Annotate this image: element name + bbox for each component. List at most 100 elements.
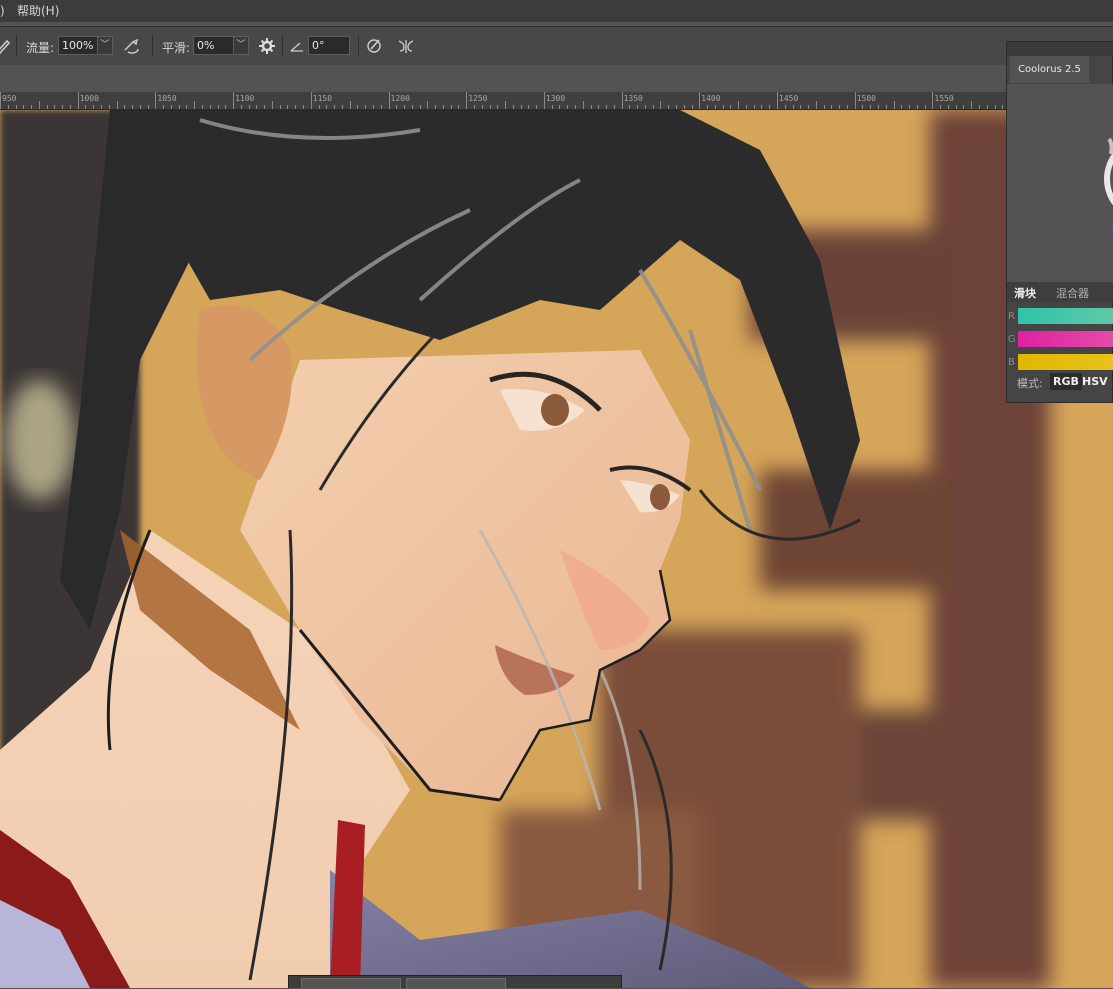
menu-fragment[interactable]: ) <box>0 0 5 22</box>
angle-input[interactable]: 0° <box>308 36 350 55</box>
smoothing-label: 平滑: <box>162 41 191 55</box>
ruler-minor-tick <box>512 105 514 109</box>
ruler-minor-tick <box>170 105 172 109</box>
tab-sliders[interactable]: 滑块 <box>1014 285 1036 301</box>
ruler-minor-tick <box>862 105 864 109</box>
ruler-minor-tick <box>69 105 71 109</box>
ruler-minor-tick <box>147 105 149 109</box>
taskbar-button-background[interactable] <box>406 978 506 989</box>
ruler-minor-tick <box>582 101 584 109</box>
panel-header[interactable] <box>1007 42 1113 56</box>
ruler-minor-tick <box>194 101 196 109</box>
slider-g[interactable] <box>1018 331 1113 347</box>
ruler-minor-tick <box>815 101 817 109</box>
ruler-minor-tick <box>473 105 475 109</box>
ruler-label: 1500 <box>856 94 876 103</box>
ruler-minor-tick <box>163 105 165 109</box>
ruler-minor-tick <box>303 105 305 109</box>
separator <box>282 35 283 57</box>
ruler-minor-tick <box>629 105 631 109</box>
flow-input[interactable]: 100% <box>58 36 98 55</box>
slider-label-r: R <box>1008 311 1015 322</box>
ruler-minor-tick <box>909 105 911 109</box>
ruler-minor-tick <box>209 105 211 109</box>
ruler-label: 1000 <box>79 94 99 103</box>
ruler-minor-tick <box>885 105 887 109</box>
ruler-tick <box>0 92 1 109</box>
ruler-minor-tick <box>271 101 273 109</box>
document-canvas[interactable] <box>0 110 1113 988</box>
ruler-minor-tick <box>652 105 654 109</box>
floating-taskbar <box>288 975 622 989</box>
ruler-tick <box>77 92 79 109</box>
ruler-minor-tick <box>202 105 204 109</box>
horizontal-ruler[interactable]: 950 1000 1050 1100 1150 1200 1250 1300 1350 1400 1… <box>0 92 1006 110</box>
ruler-minor-tick <box>365 105 367 109</box>
ruler-minor-tick <box>101 105 102 109</box>
ruler-label: 1150 <box>312 94 333 103</box>
ruler-label: 1250 <box>468 94 488 103</box>
color-wheel-area[interactable] <box>1007 84 1113 282</box>
ruler-tick <box>699 92 701 109</box>
ruler-tick <box>543 92 545 109</box>
ruler-minor-tick <box>419 105 421 109</box>
slider-r[interactable] <box>1018 308 1113 324</box>
mode-hsv-button[interactable]: HSV <box>1079 373 1111 390</box>
pressure-icon[interactable] <box>363 35 385 57</box>
tab-coolorus[interactable]: Coolorus 2.5 <box>1010 56 1089 83</box>
painting-artwork <box>0 110 1113 988</box>
taskbar-button-select[interactable] <box>301 978 401 989</box>
ruler-minor-tick <box>831 105 833 109</box>
ruler-minor-tick <box>15 105 17 109</box>
ruler-minor-tick <box>520 105 522 109</box>
slider-label-b: B <box>1008 357 1015 368</box>
ruler-tick <box>233 92 235 109</box>
ruler-minor-tick <box>613 105 615 109</box>
color-wheel[interactable] <box>1007 84 1113 282</box>
symmetry-icon[interactable] <box>395 35 417 57</box>
ruler-label: 1450 <box>779 94 799 103</box>
ruler-minor-tick <box>769 105 771 109</box>
gear-icon[interactable] <box>256 35 278 57</box>
smoothing-dropdown[interactable]: ﹀ <box>233 36 249 55</box>
ruler-minor-tick <box>536 105 538 109</box>
ruler-minor-tick <box>924 105 926 109</box>
ruler-minor-tick <box>178 105 180 109</box>
ruler-minor-tick <box>62 105 64 109</box>
separator <box>16 35 17 57</box>
ruler-minor-tick <box>458 105 460 109</box>
slider-b[interactable] <box>1018 354 1113 370</box>
ruler-minor-tick <box>264 105 266 109</box>
ruler-minor-tick <box>124 105 126 109</box>
smoothing-input[interactable]: 0% <box>193 36 235 55</box>
airbrush-icon[interactable] <box>121 35 143 57</box>
ruler-minor-tick <box>23 105 25 109</box>
ruler-minor-tick <box>784 105 786 109</box>
tab-mixer[interactable]: 混合器 <box>1056 285 1089 301</box>
ruler-label: 1300 <box>545 94 566 103</box>
ruler-minor-tick <box>186 105 188 109</box>
ruler-minor-tick <box>707 105 709 109</box>
ruler-tick <box>621 92 623 109</box>
ruler-minor-tick <box>753 105 755 109</box>
flow-dropdown[interactable]: ﹀ <box>97 36 113 55</box>
slider-label-g: G <box>1008 334 1016 345</box>
brush-icon[interactable] <box>0 35 14 57</box>
ruler-minor-tick <box>846 105 848 109</box>
ruler-minor-tick <box>567 105 569 109</box>
coolorus-panel: Coolorus 2.5 滑块 混合器 R G B 模式: RGB HSV <box>1006 41 1113 403</box>
ruler-tick <box>310 92 312 109</box>
workspace-strip <box>0 65 1006 92</box>
ruler-minor-tick <box>54 105 56 109</box>
ruler-minor-tick <box>481 105 483 109</box>
mode-rgb-button[interactable]: RGB <box>1050 373 1082 390</box>
ruler-minor-tick <box>606 105 608 109</box>
flow-label: 流量: <box>26 41 55 55</box>
ruler-minor-tick <box>901 105 903 109</box>
ruler-minor-tick <box>31 105 33 109</box>
menu-help[interactable]: 帮助(H) <box>17 0 59 22</box>
ruler-minor-tick <box>637 105 639 109</box>
ruler-minor-tick <box>427 101 429 109</box>
separator <box>152 35 153 57</box>
ruler-minor-tick <box>878 105 879 109</box>
